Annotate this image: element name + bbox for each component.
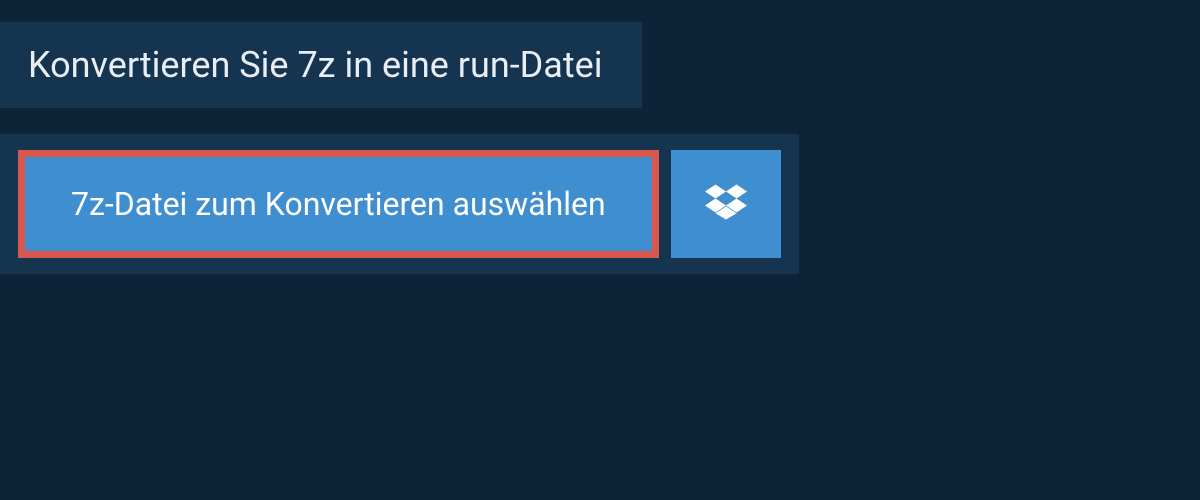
header-bar: Konvertieren Sie 7z in eine run-Datei <box>0 22 642 108</box>
action-panel: 7z-Datei zum Konvertieren auswählen <box>0 134 799 274</box>
dropbox-icon <box>705 181 747 227</box>
select-file-label: 7z-Datei zum Konvertieren auswählen <box>71 185 606 223</box>
dropbox-button[interactable] <box>671 150 781 258</box>
page-title: Konvertieren Sie 7z in eine run-Datei <box>28 44 602 86</box>
select-file-button[interactable]: 7z-Datei zum Konvertieren auswählen <box>18 150 659 258</box>
